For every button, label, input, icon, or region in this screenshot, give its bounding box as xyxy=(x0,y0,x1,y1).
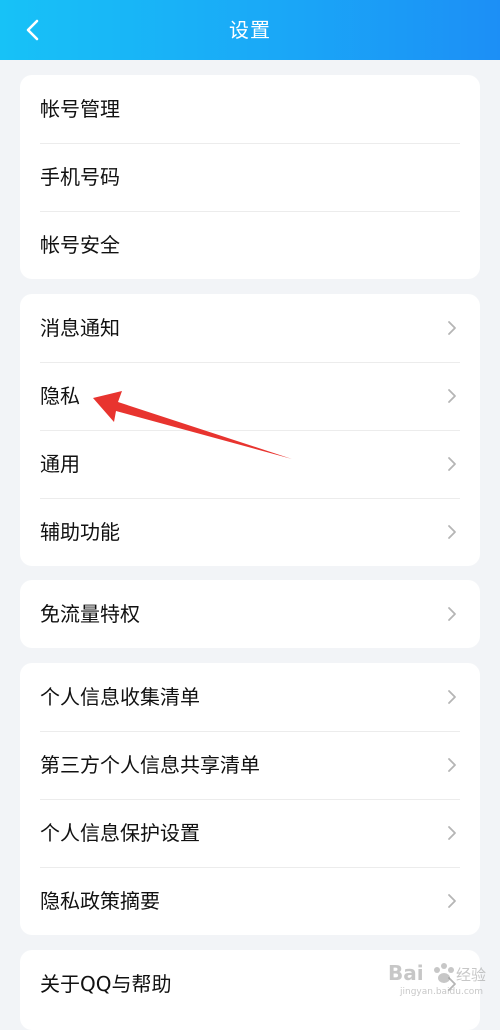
personal-info-group: 个人信息收集清单 第三方个人信息共享清单 个人信息保护设置 隐私政策摘要 xyxy=(20,663,480,935)
settings-item-general[interactable]: 通用 xyxy=(20,430,480,498)
chevron-right-icon xyxy=(446,687,458,707)
item-label: 个人信息收集清单 xyxy=(40,685,200,709)
chevron-right-icon xyxy=(446,386,458,406)
settings-item-notifications[interactable]: 消息通知 xyxy=(20,294,480,362)
settings-item-account-management[interactable]: 帐号管理 xyxy=(20,75,480,143)
settings-item-accessibility[interactable]: 辅助功能 xyxy=(20,498,480,566)
chevron-right-icon xyxy=(446,755,458,775)
item-label: 消息通知 xyxy=(40,316,120,340)
top-bar: 设置 xyxy=(0,0,500,60)
chevron-right-icon xyxy=(446,454,458,474)
page-title: 设置 xyxy=(229,18,271,42)
item-label: 关于QQ与帮助 xyxy=(40,972,172,996)
item-label: 帐号管理 xyxy=(40,97,120,121)
item-label: 手机号码 xyxy=(40,165,120,189)
settings-item-free-data[interactable]: 免流量特权 xyxy=(20,580,480,648)
chevron-right-icon xyxy=(446,604,458,624)
item-label: 个人信息保护设置 xyxy=(40,821,200,845)
settings-item-privacy-policy-summary[interactable]: 隐私政策摘要 xyxy=(20,867,480,935)
settings-item-privacy[interactable]: 隐私 xyxy=(20,362,480,430)
settings-item-info-collection-list[interactable]: 个人信息收集清单 xyxy=(20,663,480,731)
chevron-right-icon xyxy=(446,891,458,911)
data-privilege-group: 免流量特权 xyxy=(20,580,480,648)
item-label: 隐私 xyxy=(40,384,80,408)
settings-item-phone-number[interactable]: 手机号码 xyxy=(20,143,480,211)
about-group: 关于QQ与帮助 xyxy=(20,950,480,1030)
item-label: 免流量特权 xyxy=(40,602,140,626)
chevron-right-icon xyxy=(446,823,458,843)
chevron-right-icon xyxy=(446,522,458,542)
settings-item-account-security[interactable]: 帐号安全 xyxy=(20,211,480,279)
chevron-right-icon xyxy=(446,318,458,338)
general-group: 消息通知 隐私 通用 辅助功能 xyxy=(20,294,480,566)
item-label: 第三方个人信息共享清单 xyxy=(40,753,260,777)
account-group: 帐号管理 手机号码 帐号安全 xyxy=(20,75,480,279)
item-label: 隐私政策摘要 xyxy=(40,889,160,913)
settings-item-about-qq[interactable]: 关于QQ与帮助 xyxy=(20,950,480,1018)
item-label: 帐号安全 xyxy=(40,233,120,257)
item-label: 通用 xyxy=(40,452,80,476)
settings-item-third-party-sharing-list[interactable]: 第三方个人信息共享清单 xyxy=(20,731,480,799)
settings-item-info-protection[interactable]: 个人信息保护设置 xyxy=(20,799,480,867)
item-label: 辅助功能 xyxy=(40,520,120,544)
chevron-right-icon xyxy=(446,974,458,994)
